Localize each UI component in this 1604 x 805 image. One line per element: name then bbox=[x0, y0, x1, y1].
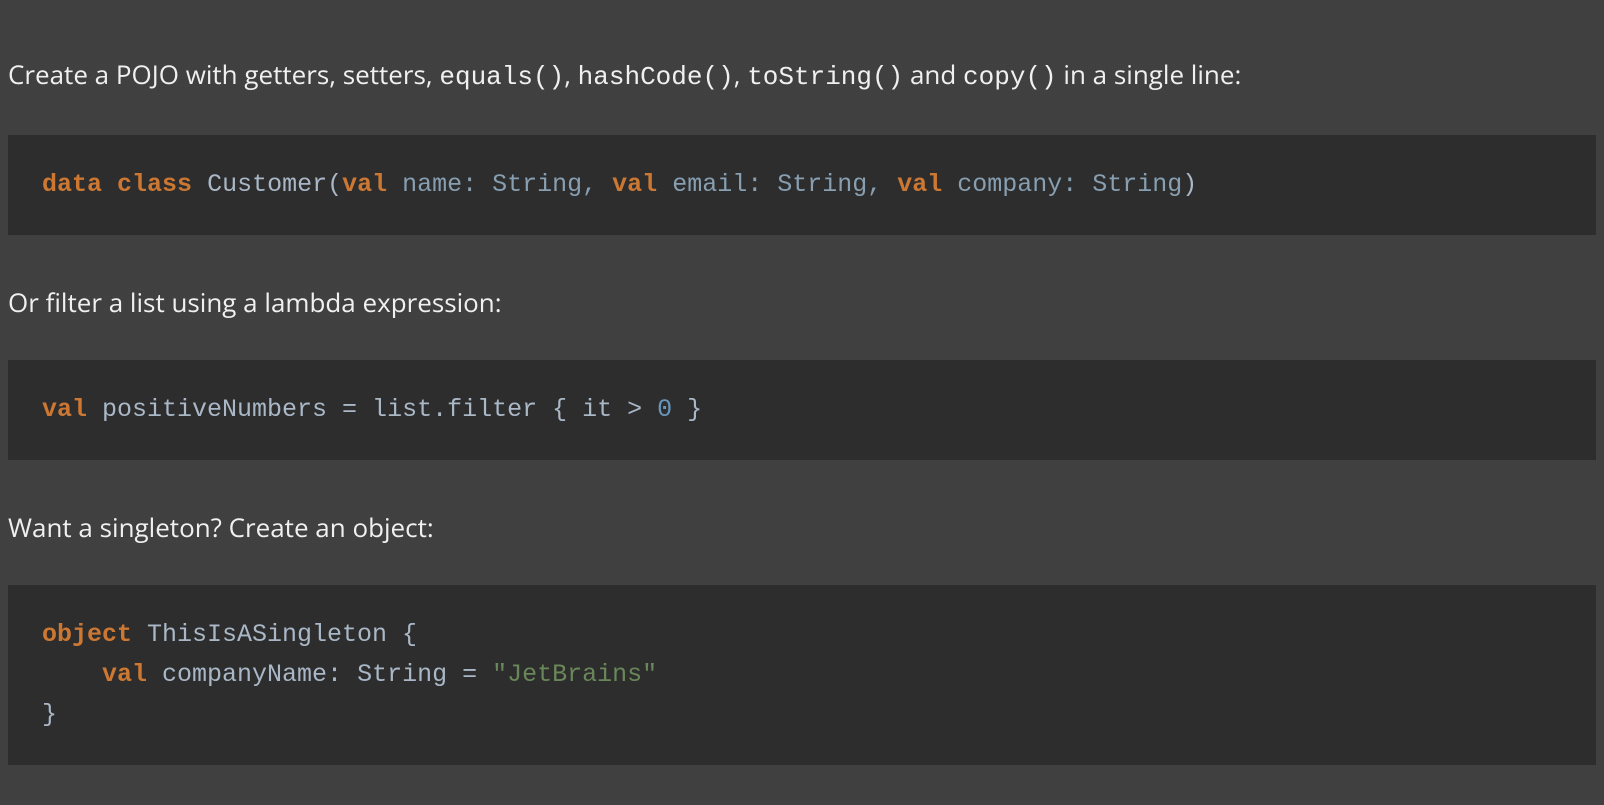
space bbox=[102, 170, 117, 199]
code-text: } bbox=[672, 395, 702, 424]
paren-open: ( bbox=[327, 170, 342, 199]
number-zero: 0 bbox=[657, 395, 672, 424]
keyword-object: object bbox=[42, 620, 132, 649]
text: and bbox=[903, 56, 963, 92]
fn-equals: equals() bbox=[439, 62, 564, 92]
class-name: Customer bbox=[207, 170, 327, 199]
string-literal: "JetBrains" bbox=[492, 660, 657, 689]
text: , bbox=[734, 56, 747, 92]
space bbox=[192, 170, 207, 199]
paragraph-singleton: Want a singleton? Create an object: bbox=[8, 508, 1604, 547]
brace-close: } bbox=[42, 700, 57, 729]
keyword-class: class bbox=[117, 170, 192, 199]
keyword-val: val bbox=[897, 170, 942, 199]
param: company: String bbox=[942, 170, 1182, 199]
code-block-object: object ThisIsASingleton { val companyNam… bbox=[8, 585, 1596, 765]
fn-hashcode: hashCode() bbox=[578, 62, 734, 92]
code-block-filter: val positiveNumbers = list.filter { it >… bbox=[8, 360, 1596, 460]
keyword-data: data bbox=[42, 170, 102, 199]
keyword-val: val bbox=[612, 170, 657, 199]
paragraph-lambda: Or filter a list using a lambda expressi… bbox=[8, 283, 1604, 322]
fn-copy: copy() bbox=[963, 62, 1057, 92]
text: Create a POJO with getters, setters, bbox=[8, 56, 439, 92]
keyword-val: val bbox=[102, 660, 147, 689]
keyword-val: val bbox=[342, 170, 387, 199]
text: , bbox=[564, 56, 577, 92]
article-content: Create a POJO with getters, setters, equ… bbox=[0, 0, 1604, 805]
paragraph-pojo: Create a POJO with getters, setters, equ… bbox=[8, 55, 1604, 97]
code-text: ThisIsASingleton { bbox=[132, 620, 417, 649]
param: name: String, bbox=[387, 170, 612, 199]
code-text: positiveNumbers = list.filter { it > bbox=[87, 395, 657, 424]
fn-tostring: toString() bbox=[747, 62, 903, 92]
code-block-dataclass: data class Customer(val name: String, va… bbox=[8, 135, 1596, 235]
param: email: String, bbox=[657, 170, 897, 199]
text: in a single line: bbox=[1057, 56, 1242, 92]
indent bbox=[42, 660, 102, 689]
paren-close: ) bbox=[1182, 170, 1197, 199]
code-text: companyName: String = bbox=[147, 660, 492, 689]
keyword-val: val bbox=[42, 395, 87, 424]
